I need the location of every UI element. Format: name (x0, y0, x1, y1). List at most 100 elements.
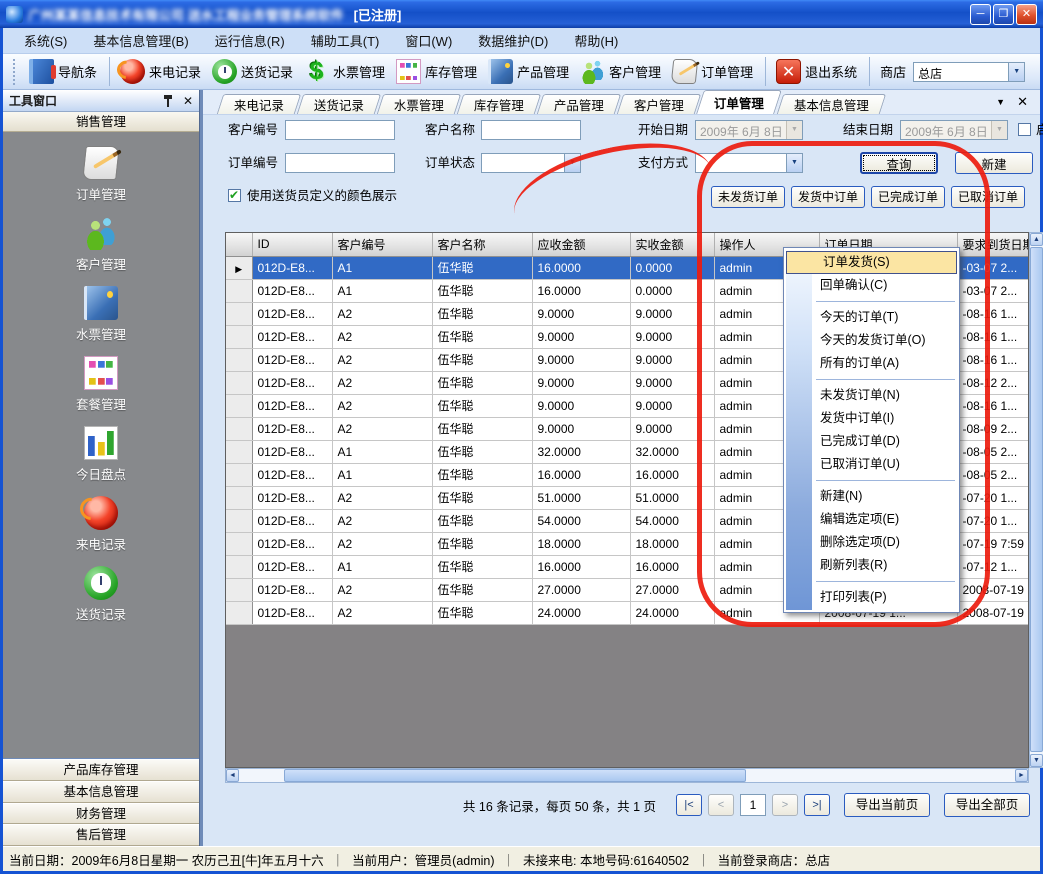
order-no-input[interactable] (285, 153, 395, 173)
cell-customer-name: 伍华聪 (432, 394, 532, 417)
scroll-up-icon[interactable]: ▲ (1030, 233, 1043, 246)
sidebar-section-bar[interactable]: 基本信息管理 (3, 781, 199, 803)
tab-close-icon[interactable]: ✕ (1017, 96, 1028, 108)
sidebar-item[interactable]: 来电记录 (3, 496, 199, 553)
pin-icon[interactable] (162, 95, 174, 107)
row-selector[interactable] (226, 279, 252, 302)
color-display-checkbox[interactable] (228, 189, 241, 202)
row-selector[interactable] (226, 417, 252, 440)
end-date-picker[interactable]: 2009年 6月 8日 ▼ (900, 120, 1008, 140)
scroll-right-icon[interactable]: ► (1015, 769, 1028, 782)
sidebar-item[interactable]: 送货记录 (3, 566, 199, 623)
menubar-item[interactable]: 辅助工具(T) (298, 28, 393, 53)
chevron-down-icon[interactable]: ▼ (1008, 63, 1024, 81)
row-selector[interactable] (226, 325, 252, 348)
toolbar-button-label: 送货记录 (241, 62, 293, 81)
tab[interactable]: 水票管理 (377, 94, 462, 114)
page-number-input[interactable] (740, 794, 766, 816)
row-selector[interactable] (226, 371, 252, 394)
tab[interactable]: 基本信息管理 (777, 94, 887, 114)
row-selector[interactable] (226, 302, 252, 325)
sidebar-section-bar[interactable]: 财务管理 (3, 803, 199, 825)
tab[interactable]: 来电记录 (217, 94, 302, 114)
toolbar-button[interactable]: 订单管理 (668, 57, 766, 86)
toolbar-button[interactable]: 来电记录 (116, 57, 208, 86)
scroll-left-icon[interactable]: ◄ (226, 769, 239, 782)
menubar-item[interactable]: 运行信息(R) (202, 28, 298, 53)
menubar-item[interactable]: 窗口(W) (392, 28, 465, 53)
tab[interactable]: 客户管理 (617, 94, 702, 114)
tab[interactable]: 送货记录 (297, 94, 382, 114)
menubar-item[interactable]: 数据维护(D) (465, 28, 561, 53)
sidebar-section-sales[interactable]: 销售管理 (3, 112, 199, 132)
start-date-picker[interactable]: 2009年 6月 8日 ▼ (695, 120, 803, 140)
row-selector[interactable] (226, 601, 252, 624)
grid-column-header[interactable]: 客户名称 (432, 233, 532, 256)
sidebar-item[interactable]: 今日盘点 (3, 426, 199, 483)
cell-customer-name: 伍华聪 (432, 578, 532, 601)
horizontal-scrollbar[interactable]: ◄ ► (225, 768, 1029, 783)
row-selector[interactable] (226, 578, 252, 601)
sidebar-item[interactable]: 套餐管理 (3, 356, 199, 413)
sidebar-section-bar[interactable]: 产品库存管理 (3, 759, 199, 781)
tab[interactable]: 订单管理 (696, 90, 782, 114)
row-selector[interactable] (226, 509, 252, 532)
toolbar-button[interactable]: 客户管理 (576, 57, 668, 86)
export-current-page-button[interactable]: 导出当前页 (844, 793, 930, 817)
customer-no-input[interactable] (285, 120, 395, 140)
tab-list-dropdown-icon[interactable]: ▼ (996, 97, 1005, 107)
menubar-item[interactable]: 系统(S) (11, 28, 80, 53)
cell-customer-name: 伍华聪 (432, 256, 532, 279)
cell-customer-no: A2 (332, 601, 432, 624)
row-selector[interactable] (226, 394, 252, 417)
row-selector[interactable] (226, 486, 252, 509)
toolbar-button[interactable]: 产品管理 (484, 57, 576, 86)
row-selector[interactable] (226, 532, 252, 555)
toolbar-button-label: 水票管理 (333, 62, 385, 81)
vertical-scroll-thumb[interactable] (1030, 247, 1043, 752)
enable-checkbox[interactable] (1018, 123, 1031, 136)
prev-page-button[interactable]: < (708, 794, 734, 816)
toolbar-button[interactable]: 水票管理 (300, 57, 392, 86)
shop-combobox[interactable]: 总店 ▼ (913, 62, 1025, 82)
toolbar-button[interactable]: 导航条 (25, 57, 110, 86)
sidebar-item[interactable]: 订单管理 (3, 146, 199, 203)
row-selector[interactable] (226, 348, 252, 371)
customer-name-input[interactable] (481, 120, 581, 140)
cell-customer-name: 伍华聪 (432, 302, 532, 325)
grid-column-header[interactable]: 客户编号 (332, 233, 432, 256)
sidebar-item-label: 送货记录 (3, 604, 199, 623)
tab[interactable]: 库存管理 (457, 94, 542, 114)
row-selector[interactable] (226, 440, 252, 463)
sidebar-item[interactable]: 客户管理 (3, 216, 199, 273)
cell-id: 012D-E8... (252, 486, 332, 509)
cell-customer-name: 伍华聪 (432, 486, 532, 509)
close-button[interactable]: ✕ (1016, 4, 1037, 25)
last-page-button[interactable]: >| (804, 794, 830, 816)
scroll-down-icon[interactable]: ▼ (1030, 754, 1043, 767)
tab[interactable]: 产品管理 (537, 94, 622, 114)
minimize-button[interactable]: ─ (970, 4, 991, 25)
chevron-down-icon[interactable]: ▼ (786, 121, 802, 139)
next-page-button[interactable]: > (772, 794, 798, 816)
toolbar-button[interactable]: 库存管理 (392, 57, 484, 86)
vertical-scrollbar[interactable]: ▲ ▼ (1029, 232, 1043, 768)
registered-badge: [已注册] (354, 5, 402, 24)
row-selector[interactable] (226, 555, 252, 578)
row-selector[interactable] (226, 256, 252, 279)
first-page-button[interactable]: |< (676, 794, 702, 816)
sidebar-item[interactable]: 水票管理 (3, 286, 199, 343)
toolbar-button[interactable]: 送货记录 (208, 57, 300, 86)
horizontal-scroll-thumb[interactable] (284, 769, 746, 782)
grid-column-header[interactable]: ID (252, 233, 332, 256)
sidebar-section-bar[interactable]: 售后管理 (3, 824, 199, 846)
chevron-down-icon[interactable]: ▼ (991, 121, 1007, 139)
row-selector[interactable] (226, 463, 252, 486)
maximize-button[interactable]: ❐ (993, 4, 1014, 25)
toolbar-grip[interactable] (13, 59, 17, 85)
sidebar-close-icon[interactable]: ✕ (183, 95, 193, 107)
export-all-pages-button[interactable]: 导出全部页 (944, 793, 1030, 817)
menubar-item[interactable]: 基本信息管理(B) (80, 28, 201, 53)
toolbar-button[interactable]: 退出系统 (772, 57, 870, 86)
menubar-item[interactable]: 帮助(H) (561, 28, 631, 53)
